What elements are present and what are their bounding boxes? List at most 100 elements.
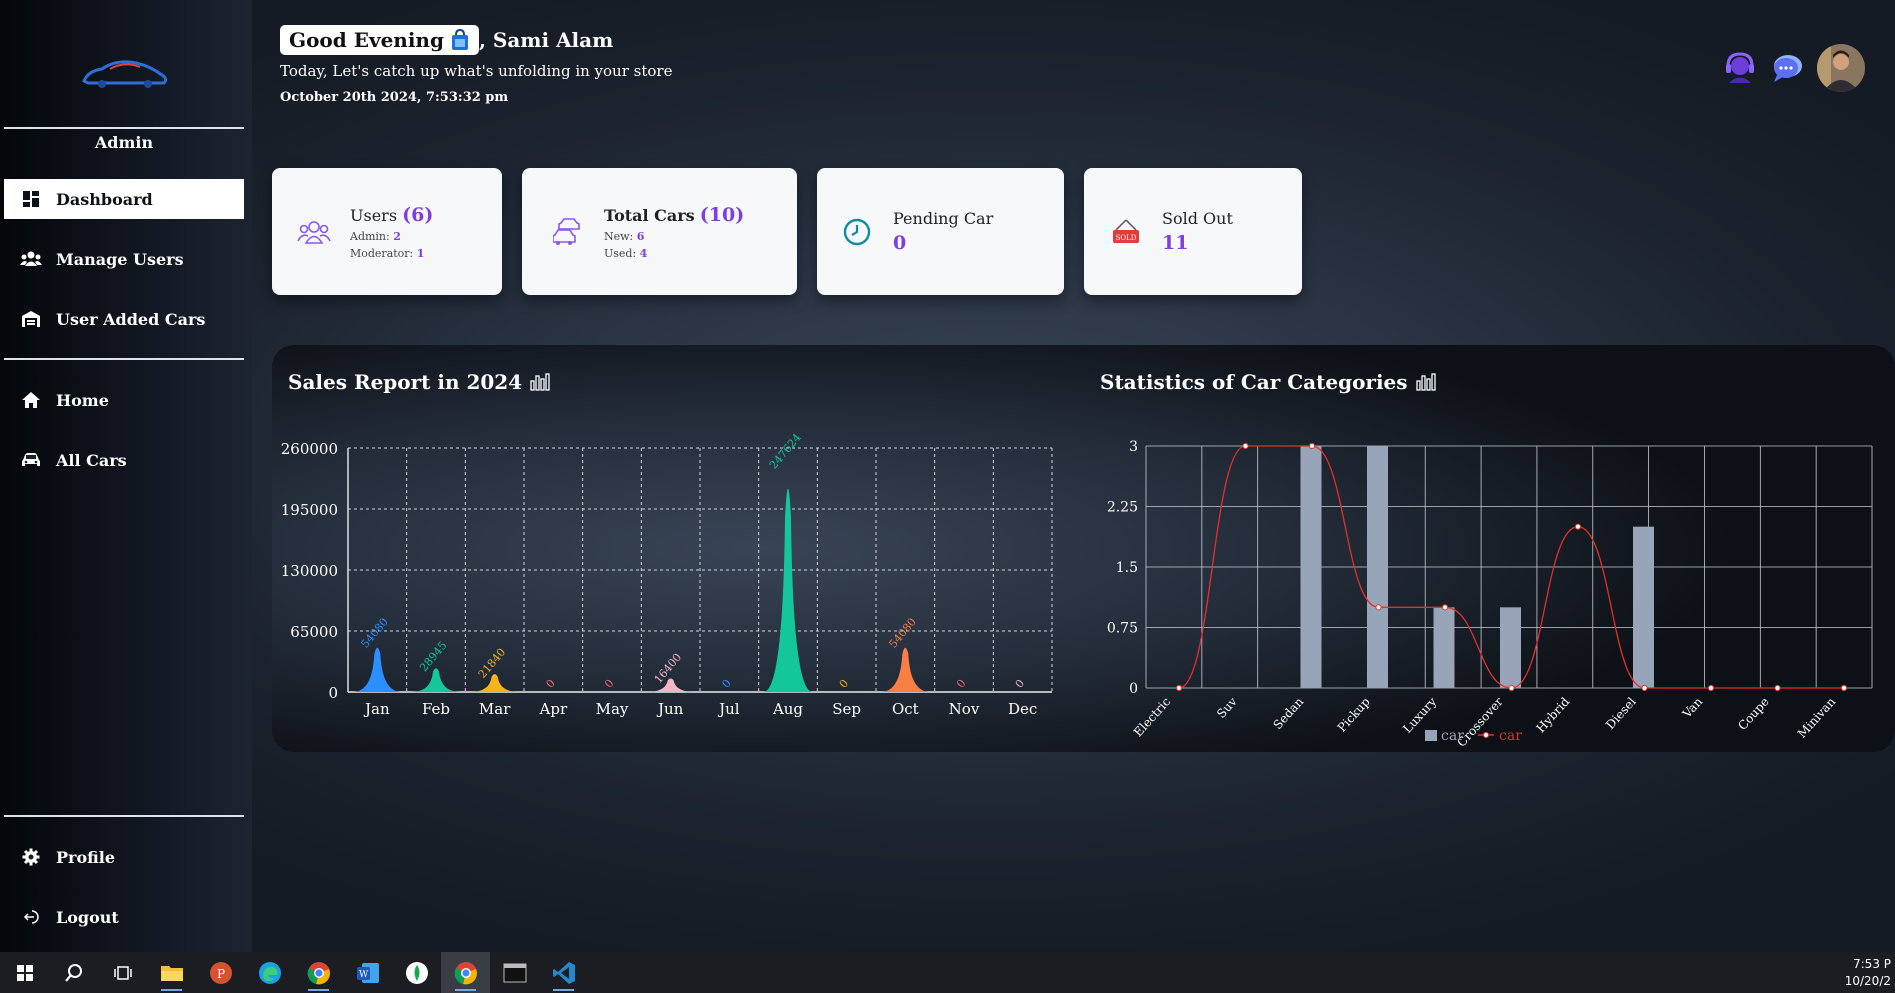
detail-label: Admin: [350, 229, 394, 243]
sidebar-item-label: Home [56, 390, 109, 410]
data-point [1774, 684, 1781, 692]
detail-value: 4 [639, 246, 648, 260]
x-tick-label: Sedan [1270, 694, 1306, 732]
y-tick-label: 195000 [281, 501, 338, 519]
data-label: 54080 [358, 615, 390, 650]
taskbar: P W 7:53 P 10/20/2 [0, 952, 1895, 993]
total-cars-card[interactable]: Total Cars (10) New: 6 Used: 4 [522, 168, 797, 295]
datetime: October 20th 2024, 7:53:32 pm [280, 90, 509, 105]
sidebar-item-logout[interactable]: Logout [4, 897, 244, 937]
svg-text:W: W [359, 970, 369, 980]
clock-date: 10/20/2 [1844, 974, 1891, 988]
detail-value: 6 [636, 229, 645, 243]
data-label: 0 [954, 677, 968, 691]
data-point [1641, 684, 1648, 692]
data-point [1574, 523, 1582, 530]
x-tick-label: Van [1679, 694, 1705, 721]
data-point [1242, 442, 1249, 450]
y-tick-label: 0 [1129, 681, 1138, 697]
sidebar-item-home[interactable]: Home [4, 380, 244, 420]
chrome-icon [454, 961, 477, 984]
data-point [1308, 442, 1316, 450]
y-tick-label: 0 [328, 684, 338, 702]
taskbar-powerpoint[interactable]: P [196, 952, 245, 993]
data-point [1707, 684, 1715, 692]
sidebar-item-manage-users[interactable]: Manage Users [4, 239, 244, 279]
taskbar-file-explorer[interactable] [147, 952, 196, 993]
taskbar-edge[interactable] [245, 952, 294, 993]
top-icons [1723, 44, 1865, 92]
x-tick-label: Luxury [1400, 694, 1439, 735]
avatar[interactable] [1817, 44, 1865, 92]
y-tick-label: 3 [1129, 439, 1138, 455]
sold-out-card[interactable]: SOLD Sold Out 11 [1084, 168, 1302, 295]
sidebar-item-all-cars[interactable]: All Cars [4, 440, 244, 480]
x-tick-label: Nov [949, 700, 980, 718]
support-agent-icon[interactable] [1723, 52, 1757, 84]
card-detail: Used: 4 [604, 247, 744, 260]
card-title: Users [350, 205, 398, 225]
card-count: (6) [402, 203, 434, 226]
legend-marker [1482, 731, 1490, 739]
panel-title-text: Sales Report in 2024 [288, 370, 523, 394]
data-point [1375, 604, 1382, 611]
users-card[interactable]: Users (6) Admin: 2 Moderator: 1 [272, 168, 502, 295]
role-label: Admin [94, 133, 154, 152]
car-logo-icon[interactable] [80, 55, 170, 91]
start-button[interactable] [0, 952, 49, 993]
data-label: 0 [602, 677, 616, 691]
sold-badge-text: SOLD [1116, 234, 1137, 242]
sales-report-chart: 260000 195000 130000 65000 0 54080 Jan 28945 Feb… [281, 431, 1053, 718]
data-point [1840, 684, 1848, 692]
card-detail: Moderator: 1 [350, 247, 433, 260]
user-name: , Sami Alam [478, 28, 614, 52]
sold-sign-icon: SOLD [1108, 214, 1144, 250]
panel-title-text: Statistics of Car Categories [1100, 370, 1408, 394]
sidebar-item-profile[interactable]: Profile [4, 837, 244, 877]
sidebar-item-dashboard[interactable]: Dashboard [4, 179, 244, 219]
data-label: 0 [1013, 677, 1027, 691]
data-point [1508, 684, 1515, 692]
card-detail: Admin: 2 [350, 230, 433, 243]
clock-time: 7:53 P [1853, 957, 1891, 971]
x-tick-label: Hybrid [1534, 694, 1573, 735]
system-clock[interactable]: 7:53 P 10/20/2 [1845, 956, 1891, 990]
taskbar-vscode[interactable] [539, 952, 588, 993]
task-view-button[interactable] [98, 952, 147, 993]
users-group-icon [296, 214, 332, 250]
sales-peak [763, 488, 813, 692]
bar [1633, 526, 1654, 688]
chat-icon[interactable] [1771, 53, 1803, 83]
clock-icon [839, 214, 875, 250]
y-tick-label: 65000 [290, 623, 338, 641]
sidebar-item-label: Logout [56, 907, 119, 927]
legend-label: car [1441, 728, 1464, 744]
data-label: 21840 [476, 646, 508, 681]
x-tick-label: Electric [1131, 694, 1173, 739]
taskbar-mongodb-compass[interactable] [392, 952, 441, 993]
taskbar-terminal[interactable] [490, 952, 539, 993]
card-detail: New: 6 [604, 230, 744, 243]
bar [1433, 607, 1455, 688]
card-title: Sold Out [1162, 209, 1233, 228]
y-tick-label: 260000 [281, 440, 338, 458]
taskbar-chrome-active[interactable] [441, 952, 490, 993]
taskbar-word[interactable]: W [343, 952, 392, 993]
subtitle: Today, Let's catch up what's unfolding i… [280, 62, 673, 80]
sales-peak [646, 678, 696, 692]
sidebar-item-label: All Cars [56, 450, 127, 470]
pending-car-card[interactable]: Pending Car 0 [817, 168, 1064, 295]
divider [4, 815, 244, 817]
search-button[interactable] [49, 952, 98, 993]
detail-label: Moderator: [350, 246, 417, 260]
taskbar-chrome[interactable] [294, 952, 343, 993]
sidebar-item-user-added-cars[interactable]: User Added Cars [4, 299, 244, 339]
x-tick-label: Suv [1214, 694, 1240, 720]
data-point [1441, 604, 1449, 611]
detail-label: Used: [604, 246, 640, 260]
bar [1500, 607, 1521, 688]
x-tick-label: Feb [422, 700, 450, 718]
gear-icon [20, 846, 42, 868]
sidebar: Admin Dashboard Manage Users User Added … [0, 0, 252, 952]
x-tick-label: Pickup [1335, 694, 1373, 734]
